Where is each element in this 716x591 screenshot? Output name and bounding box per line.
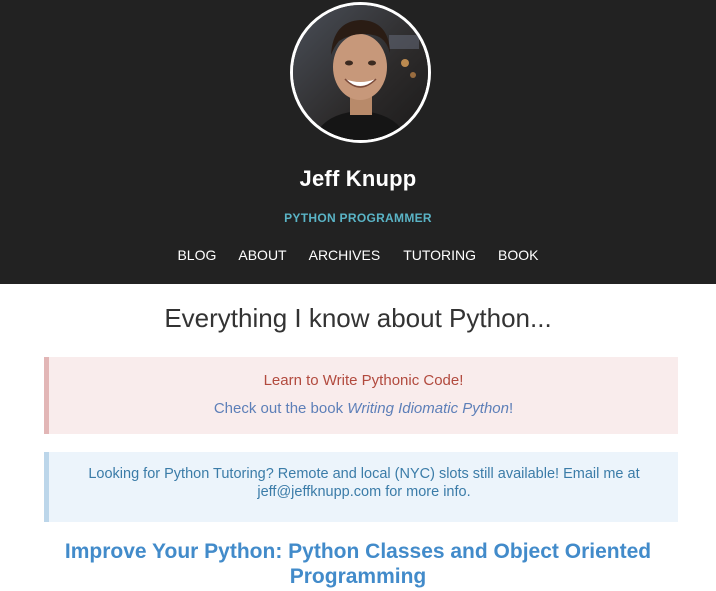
post-title-link[interactable]: Improve Your Python: Python Classes and … xyxy=(40,539,676,589)
site-name[interactable]: Jeff Knupp xyxy=(0,166,716,192)
book-promo-suffix: ! xyxy=(508,400,514,417)
nav-archives[interactable]: ARCHIVES xyxy=(309,246,381,264)
nav-blog[interactable]: BLOG xyxy=(177,246,216,264)
book-promo-alert: Learn to Write Pythonic Code! Check out … xyxy=(44,357,678,434)
site-tagline: PYTHON PROGRAMMER xyxy=(284,211,432,225)
nav-tutoring[interactable]: TUTORING xyxy=(403,246,476,264)
tutoring-alert-text: Looking for Python Tutoring? Remote and … xyxy=(88,466,640,500)
book-promo-title: Learn to Write Pythonic Code! xyxy=(263,372,464,389)
page-heading: Everything I know about Python... xyxy=(164,303,552,333)
book-promo-prefix: Check out the book xyxy=(213,400,348,417)
nav-about[interactable]: ABOUT xyxy=(238,246,286,264)
book-link[interactable]: Writing Idiomatic Python xyxy=(347,400,509,417)
book-promo-text: Check out the book Writing Idiomatic Pyt… xyxy=(49,399,678,419)
nav-book[interactable]: BOOK xyxy=(498,246,538,264)
tutoring-alert: Looking for Python Tutoring? Remote and … xyxy=(44,452,678,522)
site-header: Jeff Knupp PYTHON PROGRAMMER BLOG ABOUT … xyxy=(0,0,716,284)
avatar[interactable] xyxy=(290,2,431,143)
main-nav: BLOG ABOUT ARCHIVES TUTORING BOOK xyxy=(0,246,716,264)
author-photo xyxy=(293,5,428,140)
